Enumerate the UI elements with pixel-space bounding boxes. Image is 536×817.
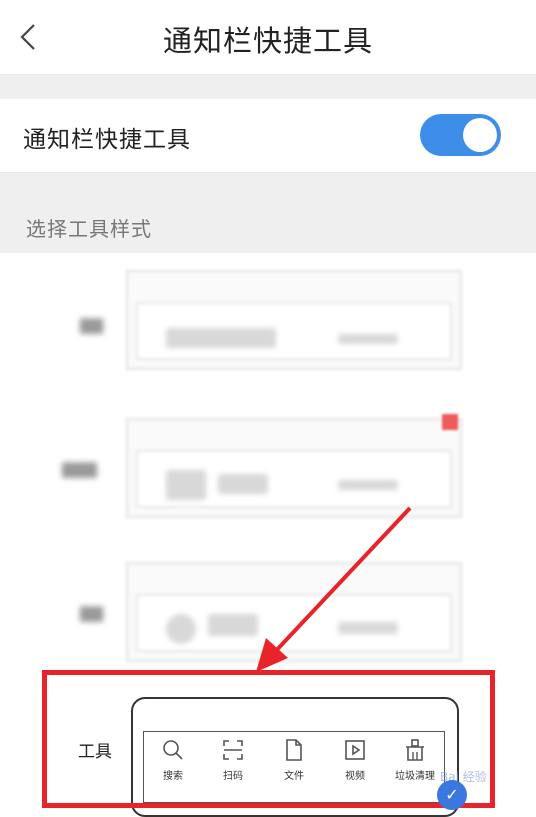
blurred-content bbox=[338, 622, 398, 634]
watermark-badge: ✓ bbox=[437, 780, 467, 810]
section-header: 选择工具样式 bbox=[0, 173, 536, 253]
app-header: 通知栏快捷工具 bbox=[0, 0, 536, 75]
blurred-content bbox=[166, 470, 206, 500]
style-option-label-2: ▇▇▇ bbox=[62, 460, 97, 478]
blurred-content bbox=[208, 614, 258, 636]
style-option-label-1: ▇▇ bbox=[80, 316, 104, 334]
blurred-content bbox=[338, 334, 398, 344]
notification-tool-setting-row: 通知栏快捷工具 bbox=[0, 99, 536, 173]
blurred-content bbox=[218, 474, 268, 494]
card-inner bbox=[136, 594, 452, 652]
style-option-card-2[interactable] bbox=[126, 418, 462, 518]
card-inner bbox=[136, 302, 452, 360]
blurred-content bbox=[166, 328, 276, 348]
card-inner bbox=[136, 450, 452, 508]
blurred-content bbox=[338, 480, 398, 490]
toggle-knob bbox=[463, 118, 497, 152]
badge-dot bbox=[442, 414, 458, 430]
section-gap bbox=[0, 75, 536, 99]
setting-label: 通知栏快捷工具 bbox=[23, 127, 191, 153]
annotation-highlight-box bbox=[42, 670, 495, 808]
notification-tool-toggle[interactable] bbox=[420, 114, 501, 156]
blurred-content bbox=[166, 614, 196, 644]
page-title: 通知栏快捷工具 bbox=[162, 24, 373, 58]
style-option-label-3: ▇▇ bbox=[80, 604, 104, 622]
style-option-card-1[interactable] bbox=[126, 270, 462, 370]
section-title: 选择工具样式 bbox=[26, 217, 152, 241]
style-option-card-3[interactable] bbox=[126, 562, 462, 662]
